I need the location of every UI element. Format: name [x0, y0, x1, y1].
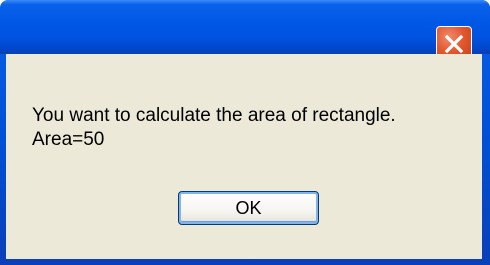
- dialog-body: You want to calculate the area of rectan…: [6, 54, 482, 259]
- close-icon: [444, 34, 464, 54]
- ok-button[interactable]: OK: [178, 191, 319, 225]
- title-bar[interactable]: [0, 0, 490, 62]
- message-text: You want to calculate the area of rectan…: [32, 104, 396, 152]
- message-line-1: You want to calculate the area of rectan…: [32, 105, 396, 126]
- message-line-2: Area=50: [32, 129, 105, 150]
- message-dialog: You want to calculate the area of rectan…: [0, 0, 490, 265]
